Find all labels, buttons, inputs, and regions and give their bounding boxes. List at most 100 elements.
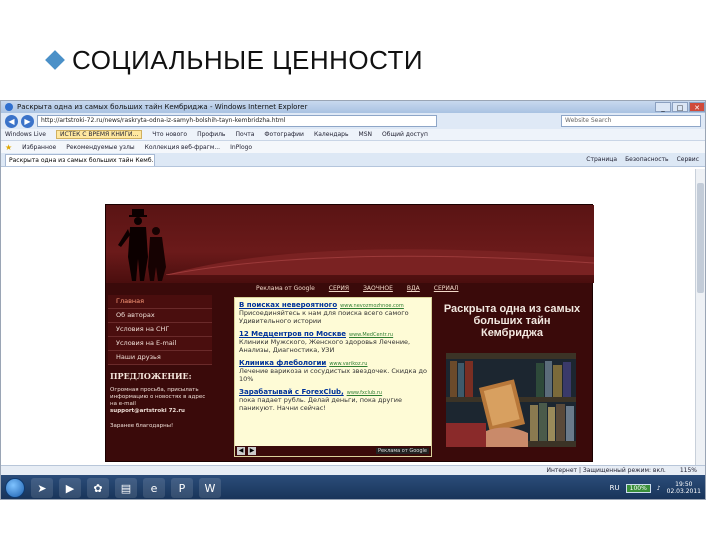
ad-text: Клиники Мужского, Женского здоровья Лече… [239, 338, 411, 354]
ad-title-link[interactable]: Клиника флебологии www.varikoz.ru [239, 359, 427, 367]
offer-text: Огромная просьба, присылать информацию о… [108, 387, 212, 415]
links-item[interactable]: Что нового [152, 131, 187, 138]
clock-time: 19:50 [675, 481, 693, 488]
ad-nav-link[interactable]: ЗАОЧНОЕ [363, 285, 393, 292]
gentleman-silhouette-logo [118, 209, 166, 281]
links-item[interactable]: Фотографии [264, 131, 304, 138]
safety-menu[interactable]: Безопасность [625, 156, 669, 163]
zoom-level[interactable]: 115% [680, 467, 697, 474]
page-menu[interactable]: Страница [586, 156, 617, 163]
site-header [106, 205, 594, 283]
clock[interactable]: 19:50 02.03.2011 [667, 481, 701, 495]
ads-by-google-badge[interactable]: Реклама от Google [376, 448, 429, 454]
page-viewport: Реклама от Google СЕРИЯ ЗАОЧНОЕ ВДА СЕРИ… [1, 169, 697, 465]
ads-block: В поисках невероятного www.nevozmozhnoe.c… [234, 297, 432, 457]
browser-screenshot: Раскрыта одна из самых больших тайн Кемб… [0, 100, 706, 500]
nav-item-sng[interactable]: Условия на СНГ [108, 323, 212, 337]
close-button[interactable]: ✕ [689, 102, 705, 112]
favorites-item[interactable]: InPlogo [230, 144, 252, 151]
address-bar: ◀ ▶ http://artstroki-72.ru/news/raskryta… [1, 113, 705, 129]
ads-next-arrow-icon[interactable]: ▶ [248, 447, 256, 455]
ad-item: В поисках невероятного www.nevozmozhnoe.c… [239, 301, 427, 325]
nav-item-friends[interactable]: Наши друзья [108, 351, 212, 365]
word-icon[interactable]: W [199, 478, 221, 498]
address-input[interactable]: http://artstroki-72.ru/news/raskryta-odn… [37, 115, 437, 127]
search-input[interactable]: Website Search [561, 115, 701, 127]
ad-item: Зарабатывай с ForexClub, www.fxclub.ru по… [239, 388, 427, 412]
ad-text: Лечение варикоза и сосудистых звездочек.… [239, 367, 427, 383]
window-titlebar: Раскрыта одна из самых больших тайн Кемб… [1, 101, 705, 113]
command-bar: Страница Безопасность Сервис [586, 156, 705, 163]
browser-status-bar: Интернет | Защищенный режим: вкл. 115% [1, 465, 705, 475]
ad-text: Присоединяйтесь к нам для поиска всего с… [239, 309, 409, 325]
tools-menu[interactable]: Сервис [677, 156, 699, 163]
maximize-button[interactable]: □ [672, 102, 688, 112]
ad-item: Клиника флебологии www.varikoz.ru Лечение… [239, 359, 427, 383]
ad-links-nav: Реклама от Google СЕРИЯ ЗАОЧНОЕ ВДА СЕРИ… [256, 285, 459, 292]
folder-icon[interactable]: ▤ [115, 478, 137, 498]
bookshelf-photo [446, 353, 576, 447]
back-button[interactable]: ◀ [5, 114, 18, 128]
ad-text: пока падает рубль. Делай деньги, пока др… [239, 396, 403, 412]
favorites-bar: ★ Избранное Рекомендуемые узлы Коллекция… [1, 141, 705, 153]
tab-bar: Раскрыта одна из самых больших тайн Кемб… [1, 153, 705, 167]
windows-taskbar: ➤ ▶ ✿ ▤ e P W RU 100% ♪ 19:50 02.03.2011 [1, 475, 705, 499]
links-item[interactable]: Профиль [197, 131, 225, 138]
slide-title-text: СОЦИАЛЬНЫЕ ЦЕННОСТИ [72, 44, 424, 75]
offer-title: ПРЕДЛОЖЕНИЕ: [110, 371, 192, 381]
links-item[interactable]: Windows Live [5, 131, 46, 138]
links-item[interactable]: MSN [359, 131, 372, 138]
article-headline: Раскрыта одна из самых больших тайн Кемб… [443, 303, 581, 339]
window-title: Раскрыта одна из самых больших тайн Кемб… [17, 103, 308, 111]
ad-nav-link[interactable]: СЕРИЯ [329, 285, 349, 292]
media-player-icon[interactable]: ▶ [59, 478, 81, 498]
language-indicator[interactable]: RU [610, 484, 620, 492]
security-zone-status: Интернет | Защищенный режим: вкл. [546, 467, 666, 474]
offer-email-link[interactable]: support@artstroki 72.ru [110, 408, 185, 414]
tab-active[interactable]: Раскрыта одна из самых больших тайн Кемб… [5, 154, 155, 166]
links-item[interactable]: Общий доступ [382, 131, 428, 138]
nav-item-authors[interactable]: Об авторах [108, 309, 212, 323]
ie-logo-icon [5, 103, 13, 111]
offer-body: Огромная просьба, присылать информацию о… [110, 387, 206, 407]
favorites-button[interactable]: Избранное [22, 144, 56, 151]
ad-title-link[interactable]: Зарабатывай с ForexClub, www.fxclub.ru [239, 388, 427, 396]
internet-explorer-icon[interactable]: e [143, 478, 165, 498]
window-controls: _ □ ✕ [654, 102, 705, 112]
slide-title: СОЦИАЛЬНЫЕ ЦЕННОСТИ [45, 40, 424, 80]
links-item[interactable]: ИСТЕК С ВРЕМЯ КНИГИ... [55, 130, 143, 139]
site-left-nav: Главная Об авторах Условия на СНГ Услови… [108, 295, 212, 429]
start-button[interactable] [5, 478, 25, 498]
battery-indicator[interactable]: 100% [625, 483, 651, 493]
ad-nav-link[interactable]: СЕРИАЛ [434, 285, 459, 292]
ads-footer: ◀ ▶ Реклама от Google [235, 446, 431, 456]
ad-item: 12 Медцентров по Москве www.MedCentr.ru К… [239, 330, 427, 354]
favorites-item[interactable]: Рекомендуемые узлы [66, 144, 134, 151]
ad-title-link[interactable]: В поисках невероятного www.nevozmozhnoe.c… [239, 301, 427, 309]
minimize-button[interactable]: _ [655, 102, 671, 112]
ad-nav-label: Реклама от Google [256, 285, 315, 292]
nav-item-home[interactable]: Главная [108, 295, 212, 309]
ad-title-link[interactable]: 12 Медцентров по Москве www.MedCentr.ru [239, 330, 427, 338]
nav-item-email[interactable]: Условия на E-mail [108, 337, 212, 351]
favorites-item[interactable]: Коллекция веб-фрагм... [145, 144, 221, 151]
header-swoosh [166, 249, 594, 275]
forward-button[interactable]: ▶ [21, 114, 34, 128]
star-icon: ★ [5, 142, 13, 152]
clock-date: 02.03.2011 [666, 488, 701, 495]
ad-nav-link[interactable]: ВДА [407, 285, 420, 292]
bird-app-icon[interactable]: ➤ [31, 478, 53, 498]
links-item[interactable]: Календарь [314, 131, 349, 138]
diamond-bullet-icon [45, 50, 65, 70]
scrollbar-thumb[interactable] [697, 183, 704, 293]
powerpoint-icon[interactable]: P [171, 478, 193, 498]
links-bar: Windows Live ИСТЕК С ВРЕМЯ КНИГИ... Что … [1, 129, 705, 141]
vertical-scrollbar[interactable] [695, 169, 705, 465]
app-icon[interactable]: ✿ [87, 478, 109, 498]
offer-thanks: Заранее благодарны! [110, 423, 174, 429]
ads-prev-arrow-icon[interactable]: ◀ [237, 447, 245, 455]
system-tray: RU 100% ♪ 19:50 02.03.2011 [610, 481, 705, 495]
volume-icon[interactable]: ♪ [657, 485, 661, 492]
links-item[interactable]: Почта [235, 131, 254, 138]
website: Реклама от Google СЕРИЯ ЗАОЧНОЕ ВДА СЕРИ… [105, 204, 594, 462]
